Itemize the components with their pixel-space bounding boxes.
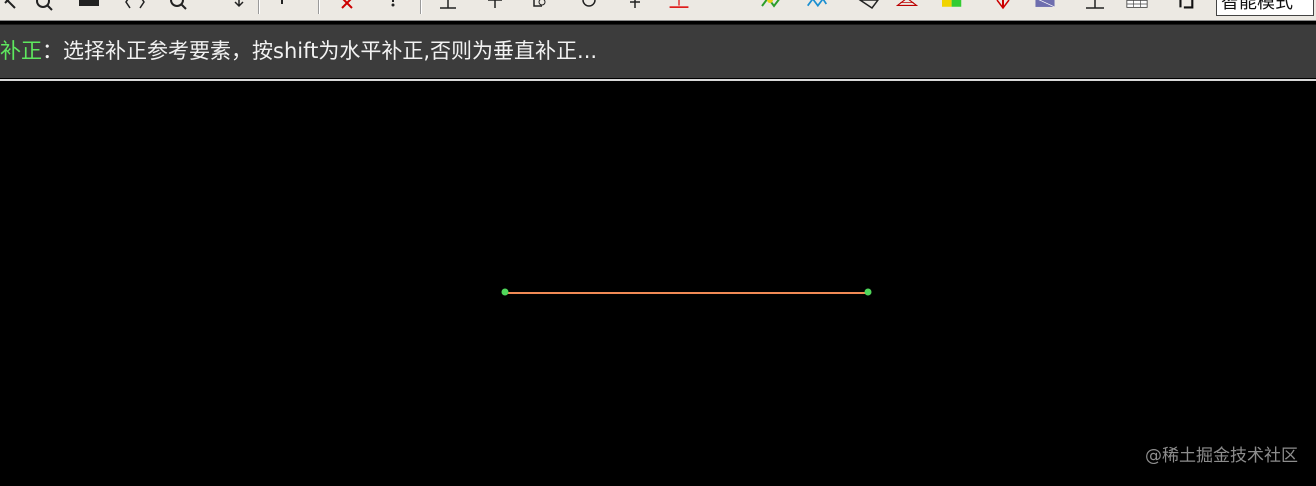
drawing-canvas[interactable]: @稀土掘金技术社区 [0,83,1316,482]
measure-icon[interactable] [806,0,828,12]
mode-select[interactable]: 智能模式 [1216,0,1314,16]
keyboard-icon[interactable] [78,0,100,12]
circle-icon[interactable] [528,0,550,12]
command-message: 选择补正参考要素，按shift为水平补正,否则为垂直补正... [63,39,598,63]
arrow-icon[interactable] [992,0,1014,12]
undo-redo-icon[interactable] [124,0,146,12]
line-icon[interactable] [438,0,460,12]
line-start-endpoint[interactable] [501,288,509,296]
text-icon[interactable] [484,0,506,12]
command-prompt: 补正：选择补正参考要素，按shift为水平补正,否则为垂直补正... [0,37,597,65]
layout-icon[interactable] [1172,0,1194,12]
color-swatch-icon[interactable] [942,0,964,12]
pick-icon[interactable] [276,0,298,12]
toolbar: 智能模式 [0,0,1316,21]
zoom-in-icon[interactable] [34,0,56,12]
watermark: @稀土掘金技术社区 [1145,446,1298,466]
layer-icon[interactable] [668,0,690,12]
hatch-icon[interactable] [760,0,782,12]
command-name: 补正 [0,39,42,63]
point-icon[interactable] [382,0,404,12]
drawing-area[interactable] [0,83,1316,482]
underline-icon[interactable] [624,0,646,12]
settings-icon[interactable] [1084,0,1106,12]
delete-icon[interactable] [338,0,360,12]
zoom-tool-icon[interactable] [2,0,24,12]
zoom-window-icon[interactable] [168,0,190,12]
command-prompt-bar: 补正：选择补正参考要素，按shift为水平补正,否则为垂直补正... [0,24,1316,78]
area-icon[interactable] [896,0,918,12]
pan-icon[interactable] [228,0,250,12]
triangle-icon[interactable] [858,0,880,12]
line-end-endpoint[interactable] [864,288,872,296]
command-separator: ： [42,39,63,63]
baseline-icon[interactable] [1034,0,1056,12]
divider [0,79,1316,81]
cross-icon[interactable] [578,0,600,12]
table-icon[interactable] [1126,0,1148,12]
